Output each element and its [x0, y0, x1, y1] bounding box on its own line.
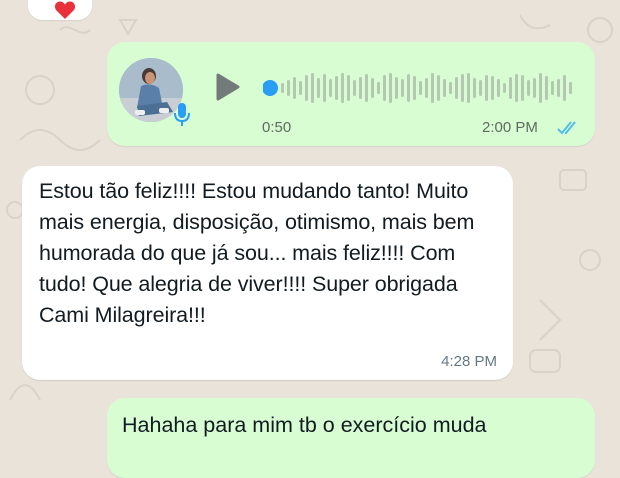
waveform-bar — [491, 76, 494, 100]
waveform-bar — [383, 75, 386, 101]
double-check-icon — [557, 121, 576, 135]
message-timestamp: 2:00 PM — [482, 119, 538, 136]
waveform-bar — [365, 74, 368, 102]
waveform-bar — [551, 81, 554, 95]
waveform-bar — [353, 80, 356, 96]
waveform-bar — [563, 75, 566, 101]
message-text: Hahaha para mim tb o exercício muda — [122, 413, 487, 437]
waveform-bar — [377, 82, 380, 94]
waveform-bar — [371, 78, 374, 98]
message-text: Estou tão feliz!!!! Estou mudando tanto!… — [39, 179, 475, 327]
audio-waveform[interactable] — [263, 70, 573, 106]
waveform-bar — [461, 74, 464, 102]
waveform-bar — [443, 79, 446, 97]
mic-icon — [174, 103, 190, 126]
waveform-bar — [281, 83, 284, 93]
waveform-bar — [503, 83, 506, 93]
waveform-bar — [329, 79, 332, 97]
voice-duration: 0:50 — [262, 119, 292, 136]
waveform-bar — [509, 77, 512, 99]
waveform-bar — [401, 79, 404, 97]
playback-position-dot — [263, 80, 278, 96]
waveform-bar — [341, 73, 344, 103]
message-timestamp: 4:28 PM — [441, 353, 497, 370]
waveform-bar — [389, 73, 392, 103]
waveform-bar — [413, 76, 416, 100]
waveform-bar — [485, 75, 488, 101]
heart-icon — [54, 1, 76, 19]
waveform-bar — [287, 80, 290, 96]
waveform-bar — [431, 73, 434, 103]
waveform-bar — [569, 82, 572, 94]
waveform-bar — [497, 79, 500, 97]
waveform-bar — [347, 75, 350, 101]
waveform-bar — [527, 80, 530, 96]
play-icon[interactable] — [215, 72, 241, 102]
waveform-bar — [335, 76, 338, 100]
waveform-bar — [425, 78, 428, 98]
waveform-bar — [539, 73, 542, 103]
waveform-bar — [323, 74, 326, 102]
message-bubble-previous[interactable] — [28, 0, 92, 20]
waveform-bar — [293, 77, 296, 99]
waveform-bar — [407, 74, 410, 102]
waveform-bar — [545, 76, 548, 100]
waveform-bar — [521, 75, 524, 101]
waveform-bar — [467, 73, 470, 103]
waveform-bar — [359, 77, 362, 99]
waveform-bar — [299, 81, 302, 95]
incoming-message-bubble[interactable]: Estou tão feliz!!!! Estou mudando tanto!… — [22, 166, 513, 380]
waveform-bar — [395, 77, 398, 99]
outgoing-message-bubble[interactable]: Hahaha para mim tb o exercício muda — [107, 398, 595, 478]
waveform-bar — [311, 73, 314, 103]
waveform-bar — [419, 81, 422, 95]
waveform-bar — [533, 78, 536, 98]
waveform-bar — [455, 77, 458, 99]
waveform-bar — [515, 74, 518, 102]
waveform-bar — [305, 75, 308, 101]
waveform-bar — [557, 79, 560, 97]
waveform-bar — [479, 80, 482, 96]
waveform-bar — [473, 78, 476, 98]
waveform-bar — [449, 82, 452, 94]
waveform-bar — [317, 78, 320, 98]
waveform-bar — [437, 75, 440, 101]
voice-message-bubble[interactable]: 0:50 2:00 PM — [107, 42, 595, 146]
